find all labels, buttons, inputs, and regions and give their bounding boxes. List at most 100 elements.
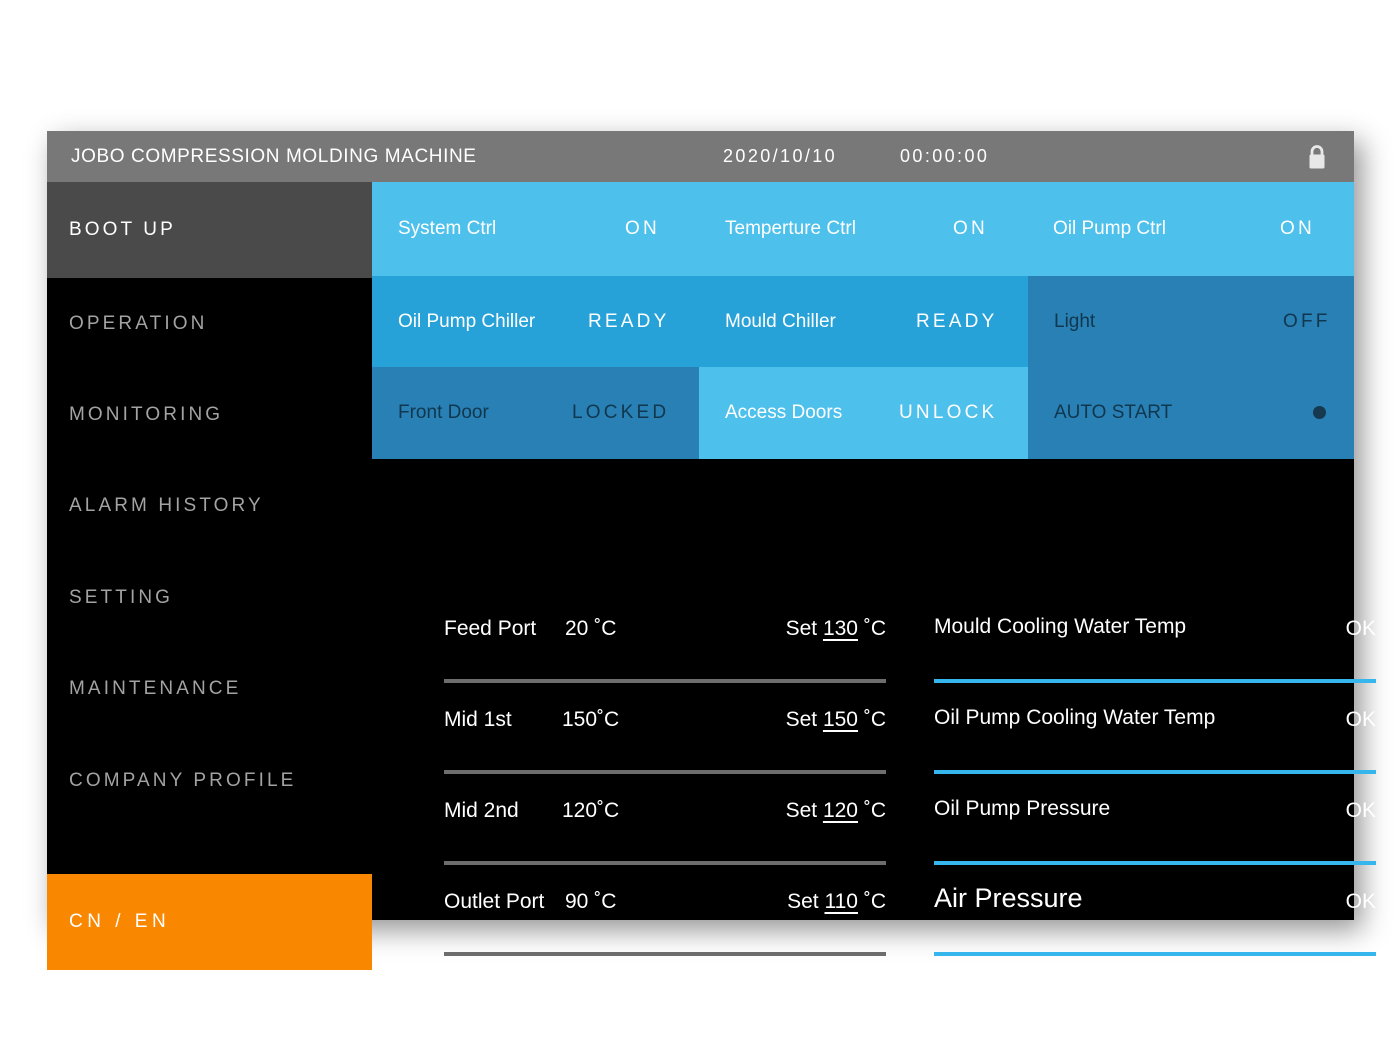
sidebar-item-company-profile[interactable]: COMPANY PROFILE	[47, 735, 372, 826]
status-row-air-pressure[interactable]: Air Pressure OK	[934, 880, 1376, 956]
temp-row-feed-port[interactable]: Feed Port 20 ˚C Set 130 ˚C	[444, 607, 886, 683]
temp-current-value: 150	[562, 708, 597, 731]
status-badge: OK	[1346, 617, 1376, 641]
tile-front-door[interactable]: Front Door LOCKED	[372, 367, 699, 459]
temp-name: Mid 1st	[444, 708, 512, 732]
temp-unit: ˚C	[864, 617, 886, 640]
temp-row-mid-2nd[interactable]: Mid 2nd 120˚C Set 120 ˚C	[444, 789, 886, 865]
tile-value: READY	[916, 311, 997, 333]
remaining-heating-time-label: Remaining Heating Time ( Suggested )	[799, 971, 1161, 995]
tile-label: Oil Pump Ctrl	[1053, 218, 1166, 240]
status-row-divider	[934, 952, 1376, 956]
language-toggle-button[interactable]: CN / EN	[47, 874, 372, 970]
status-name: Oil Pump Pressure	[934, 797, 1110, 821]
sidebar-item-operation[interactable]: OPERATION	[47, 278, 372, 369]
temp-name: Outlet Port	[444, 890, 544, 914]
tile-temperature-ctrl[interactable]: Temperture Ctrl ON	[699, 182, 1027, 276]
tile-system-ctrl[interactable]: System Ctrl ON	[372, 182, 699, 276]
remaining-heating-time-value[interactable]: 00 : 00 : 00	[1190, 971, 1309, 995]
status-badge: OK	[1346, 799, 1376, 823]
temp-unit: ˚C	[864, 799, 886, 822]
temp-current-value: 120	[562, 799, 597, 822]
sidebar-item-monitoring[interactable]: MONITORING	[47, 369, 372, 460]
tile-value: READY	[588, 311, 669, 333]
tile-label: Access Doors	[725, 402, 842, 424]
tile-value: ON	[625, 218, 660, 240]
temp-current-value: 90	[565, 890, 588, 913]
system-date: 2020/10/10	[723, 131, 837, 182]
sidebar-nav: BOOT UP OPERATION MONITORING ALARM HISTO…	[47, 182, 372, 920]
temp-row-outlet-port[interactable]: Outlet Port 90 ˚C Set 110 ˚C	[444, 880, 886, 956]
temp-name: Mid 2nd	[444, 799, 519, 823]
tile-label: Light	[1054, 311, 1095, 333]
temp-set-prefix: Set	[786, 617, 818, 640]
temp-name: Feed Port	[444, 617, 536, 641]
status-row-divider	[934, 770, 1376, 774]
status-row-oil-pump-cooling-water-temp[interactable]: Oil Pump Cooling Water Temp OK	[934, 698, 1376, 774]
sidebar-item-label: BOOT UP	[69, 219, 176, 241]
language-toggle-label: CN / EN	[69, 911, 170, 933]
temp-set-value[interactable]: 110	[825, 890, 858, 913]
status-row-mould-cooling-water-temp[interactable]: Mould Cooling Water Temp OK	[934, 607, 1376, 683]
tile-auto-start[interactable]: AUTO START	[1028, 367, 1354, 459]
tile-value: UNLOCK	[899, 402, 997, 424]
sidebar-item-label: MAINTENANCE	[69, 678, 241, 700]
tile-label: Oil Pump Chiller	[398, 311, 535, 333]
status-name: Air Pressure	[934, 883, 1083, 914]
sidebar-item-label: COMPANY PROFILE	[69, 770, 296, 792]
remaining-heating-time-row: Remaining Heating Time ( Suggested ) 00 …	[372, 971, 1354, 1011]
temp-row-divider	[444, 861, 886, 865]
lock-closed-icon[interactable]	[1305, 144, 1329, 170]
temp-row-mid-1st[interactable]: Mid 1st 150˚C Set 150 ˚C	[444, 698, 886, 774]
tile-oil-pump-chiller[interactable]: Oil Pump Chiller READY	[372, 276, 699, 367]
temp-unit: ˚C	[594, 617, 616, 640]
status-badge: OK	[1346, 708, 1376, 732]
sidebar-item-boot-up[interactable]: BOOT UP	[47, 182, 372, 278]
sidebar-item-label: ALARM HISTORY	[69, 495, 264, 517]
temp-unit: ˚C	[597, 708, 619, 731]
sidebar-item-label: SETTING	[69, 587, 173, 609]
temp-set-value[interactable]: 120	[823, 799, 858, 822]
status-panel: Mould Cooling Water Temp OK Oil Pump Coo…	[934, 459, 1376, 971]
tile-value: OFF	[1283, 311, 1331, 333]
status-row-oil-pump-pressure[interactable]: Oil Pump Pressure OK	[934, 789, 1376, 865]
temp-current-value: 20	[565, 617, 588, 640]
temp-set-prefix: Set	[787, 890, 819, 913]
tile-value: ON	[1280, 218, 1315, 240]
temp-set-value[interactable]: 150	[823, 708, 858, 731]
temperature-panel: Feed Port 20 ˚C Set 130 ˚C Mid 1st 150˚C…	[444, 459, 886, 971]
tile-value: LOCKED	[572, 402, 669, 424]
machine-hmi-panel: JOBO COMPRESSION MOLDING MACHINE 2020/10…	[47, 131, 1354, 920]
status-name: Oil Pump Cooling Water Temp	[934, 706, 1215, 730]
sidebar-item-label: MONITORING	[69, 404, 223, 426]
system-time: 00:00:00	[900, 131, 989, 182]
sidebar-item-label: OPERATION	[69, 313, 207, 335]
temp-set-value[interactable]: 130	[823, 617, 858, 640]
status-badge: OK	[1346, 890, 1376, 914]
tile-mould-chiller[interactable]: Mould Chiller READY	[699, 276, 1028, 367]
sidebar-item-setting[interactable]: SETTING	[47, 552, 372, 643]
status-name: Mould Cooling Water Temp	[934, 615, 1186, 639]
temp-row-divider	[444, 952, 886, 956]
temp-unit: ˚C	[864, 890, 886, 913]
temp-set-prefix: Set	[786, 708, 818, 731]
tile-value: ON	[953, 218, 988, 240]
tile-label: System Ctrl	[398, 218, 496, 240]
tile-label: Front Door	[398, 402, 489, 424]
page-title: JOBO COMPRESSION MOLDING MACHINE	[71, 131, 477, 182]
tile-label: AUTO START	[1054, 402, 1172, 424]
sidebar-item-alarm-history[interactable]: ALARM HISTORY	[47, 460, 372, 552]
auto-start-indicator-dot	[1313, 406, 1326, 419]
tile-label: Mould Chiller	[725, 311, 836, 333]
tile-access-doors[interactable]: Access Doors UNLOCK	[699, 367, 1028, 459]
status-row-divider	[934, 679, 1376, 683]
temp-row-divider	[444, 770, 886, 774]
tile-oil-pump-ctrl[interactable]: Oil Pump Ctrl ON	[1027, 182, 1354, 276]
temp-set-prefix: Set	[786, 799, 818, 822]
tile-light[interactable]: Light OFF	[1028, 276, 1354, 367]
title-bar: JOBO COMPRESSION MOLDING MACHINE 2020/10…	[47, 131, 1354, 182]
sidebar-item-maintenance[interactable]: MAINTENANCE	[47, 643, 372, 735]
temp-unit: ˚C	[597, 799, 619, 822]
tile-label: Temperture Ctrl	[725, 218, 856, 240]
temp-unit: ˚C	[864, 708, 886, 731]
